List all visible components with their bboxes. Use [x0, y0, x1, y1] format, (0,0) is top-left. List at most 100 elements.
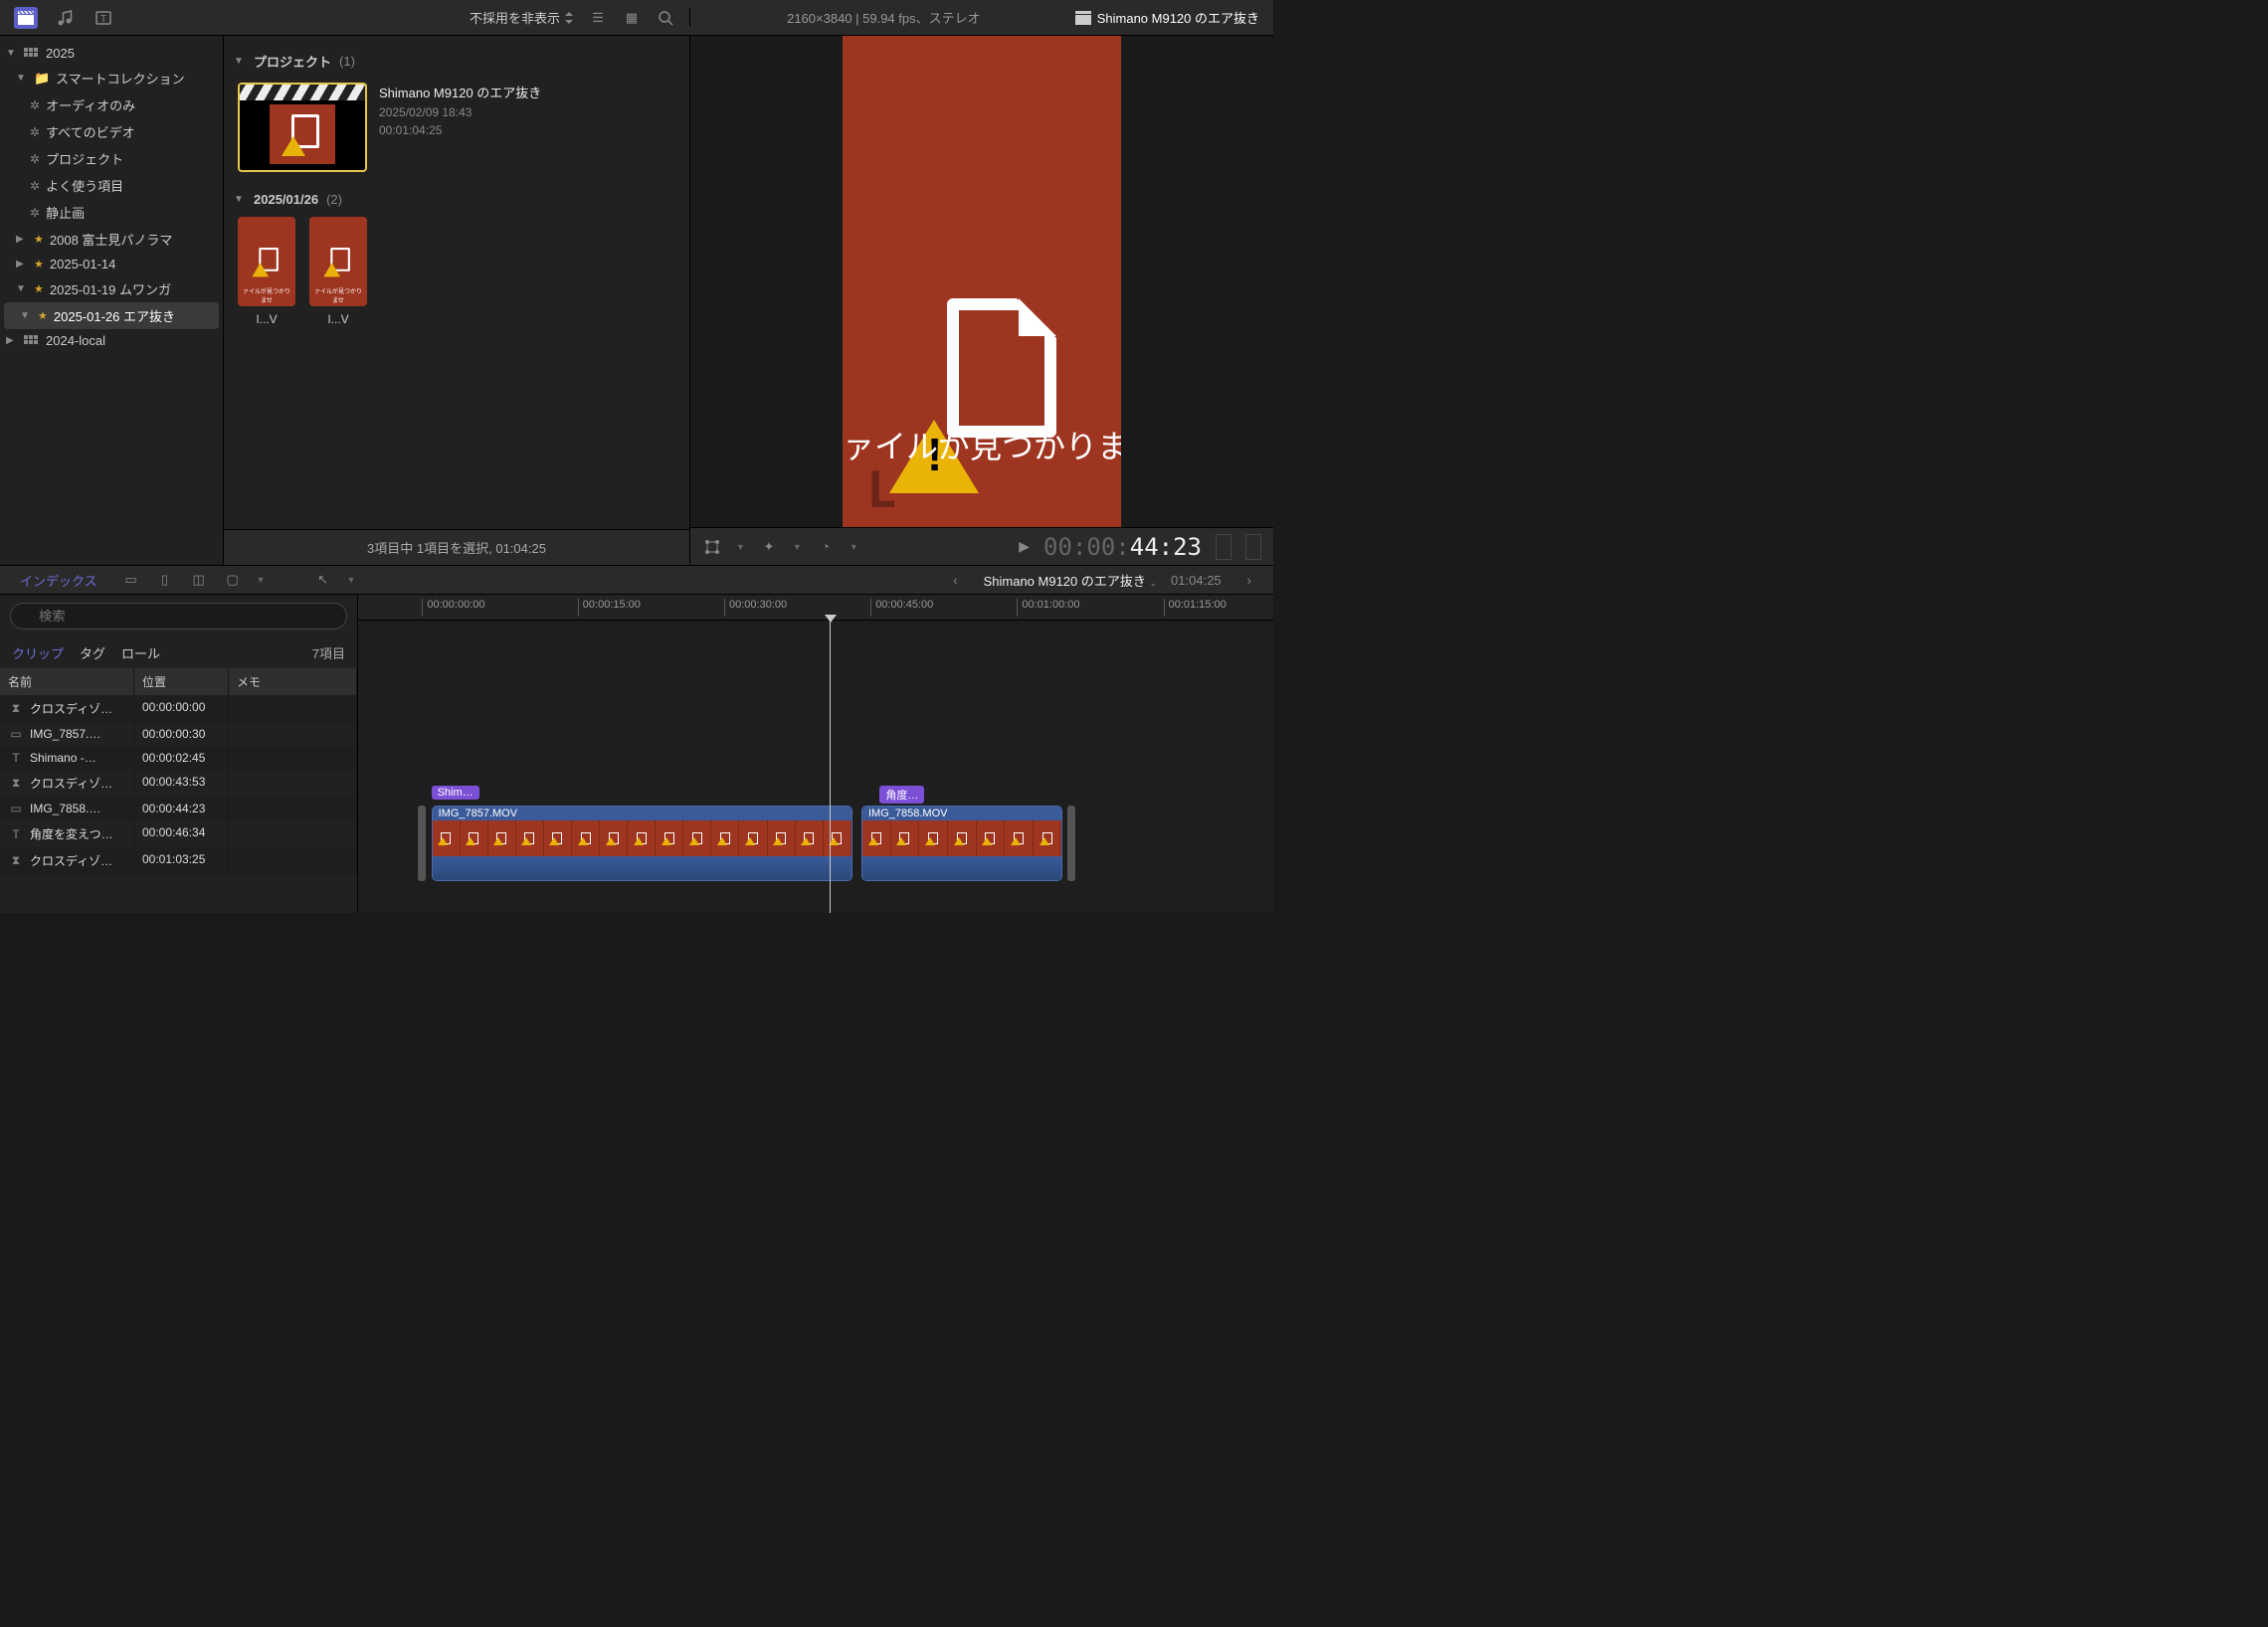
- library-icon: [24, 335, 40, 347]
- search-icon[interactable]: [656, 8, 675, 28]
- clip-handle[interactable]: [1067, 806, 1075, 881]
- row-position: 00:00:44:23: [134, 797, 229, 820]
- row-name: IMG_7857.…: [30, 727, 100, 741]
- search-input[interactable]: [10, 603, 347, 630]
- top-toolbar: T 不採用を非表示 ☰ ▦ 2160×3840 | 59.94 fps、ステレオ…: [0, 0, 1273, 36]
- library-sidebar: ▼ 2025 ▼ 📁 スマートコレクション ✲オーディオのみ ✲すべてのビデオ …: [0, 36, 224, 565]
- project-date: 2025/02/09 18:43: [379, 105, 541, 119]
- row-memo: [229, 820, 357, 847]
- event-2025-01-26[interactable]: ▼★2025-01-26 エア抜き: [4, 302, 219, 329]
- next-edit-button[interactable]: ›: [1235, 573, 1263, 588]
- row-memo: [229, 722, 357, 746]
- gear-icon: ✲: [30, 206, 40, 220]
- row-memo: [229, 746, 357, 770]
- index-row[interactable]: ⧗クロスディゾ… 00:00:43:53: [0, 770, 357, 797]
- arrow-tool-icon[interactable]: ↖: [313, 570, 333, 590]
- title-chip[interactable]: Shim…: [432, 786, 479, 800]
- row-type-icon: ▭: [8, 802, 24, 815]
- row-memo: [229, 695, 357, 722]
- tab-tag[interactable]: タグ: [80, 643, 105, 662]
- playhead[interactable]: [830, 621, 831, 913]
- clip-thumb[interactable]: ァイルが見つかりませ I...V: [309, 217, 367, 326]
- clip-thumb[interactable]: ァイルが見つかりませ I...V: [238, 217, 295, 326]
- chevron-down-icon[interactable]: ▼: [736, 542, 745, 552]
- event-2025-01-19[interactable]: ▼★2025-01-19 ムワンガ: [0, 275, 223, 302]
- group-projects[interactable]: ▼ プロジェクト (1): [230, 46, 683, 77]
- hide-rejected-menu[interactable]: 不採用を非表示: [470, 8, 574, 27]
- tab-clip[interactable]: クリップ: [12, 643, 64, 662]
- ruler-mark: 00:00:00:00: [422, 599, 484, 617]
- clip-appearance-icon[interactable]: ☰: [588, 8, 608, 28]
- row-memo: [229, 770, 357, 797]
- list-view-icon[interactable]: ▦: [622, 8, 642, 28]
- tool-range-icon[interactable]: ▢: [223, 570, 243, 590]
- gear-icon: ✲: [30, 125, 40, 139]
- timeline[interactable]: 00:00:00:0000:00:15:0000:00:30:0000:00:4…: [358, 595, 1273, 913]
- timeline-clip[interactable]: IMG_7857.MOV: [432, 806, 852, 881]
- project-card[interactable]: Shimano M9120 のエア抜き 2025/02/09 18:43 00:…: [230, 77, 683, 186]
- event-icon: ★: [34, 258, 44, 271]
- chevron-down-icon[interactable]: ▼: [347, 575, 356, 585]
- transform-icon[interactable]: [702, 537, 722, 557]
- tool-select-icon[interactable]: ▭: [121, 570, 141, 590]
- timeline-title[interactable]: Shimano M9120 のエア抜き ⌄: [984, 571, 1157, 590]
- viewer-toolbar: ▼ ✦ ▼ ◔ ▼ ▶ 00:00:44:23: [690, 527, 1273, 565]
- chevron-down-icon: ▼: [6, 48, 18, 59]
- gear-icon: ✲: [30, 179, 40, 193]
- clip-audio-waveform: [433, 856, 851, 880]
- media-import-icon[interactable]: [14, 7, 38, 29]
- enhance-icon[interactable]: ✦: [759, 537, 779, 557]
- event-icon: ★: [34, 233, 44, 246]
- index-button[interactable]: インデックス: [10, 569, 107, 592]
- clip-handle[interactable]: [418, 806, 426, 881]
- tool-position-icon[interactable]: ◫: [189, 570, 209, 590]
- folder-icon: 📁: [34, 71, 50, 87]
- index-row[interactable]: ⧗クロスディゾ… 00:01:03:25: [0, 847, 357, 874]
- chevron-right-icon: ▶: [6, 335, 18, 346]
- viewer-timecode[interactable]: 00:00:44:23: [1043, 533, 1202, 561]
- prev-edit-button[interactable]: ‹: [941, 573, 969, 588]
- project-name: Shimano M9120 のエア抜き: [379, 83, 541, 101]
- clip-label: IMG_7857.MOV: [433, 807, 851, 820]
- smart-item-favorites[interactable]: ✲よく使う項目: [0, 172, 223, 199]
- chevron-down-icon[interactable]: ▼: [793, 542, 802, 552]
- smart-collection-folder[interactable]: ▼ 📁 スマートコレクション: [0, 65, 223, 91]
- titles-icon[interactable]: T: [94, 8, 113, 28]
- index-row[interactable]: ▭IMG_7858.… 00:00:44:23: [0, 797, 357, 820]
- smart-item-projects[interactable]: ✲プロジェクト: [0, 145, 223, 172]
- music-icon[interactable]: [56, 8, 76, 28]
- smart-item-video[interactable]: ✲すべてのビデオ: [0, 118, 223, 145]
- event-2008[interactable]: ▶★2008 富士見パノラマ: [0, 226, 223, 253]
- viewer-canvas[interactable]: ! ァイルが見つかりませ L: [690, 36, 1273, 527]
- index-row[interactable]: ⧗クロスディゾ… 00:00:00:00: [0, 695, 357, 722]
- chevron-down-icon: ▼: [20, 310, 32, 321]
- chevron-down-icon: ▼: [16, 73, 28, 84]
- event-2025-01-14[interactable]: ▶★2025-01-14: [0, 253, 223, 275]
- smart-item-audio[interactable]: ✲オーディオのみ: [0, 91, 223, 118]
- index-row[interactable]: ▭IMG_7857.… 00:00:00:30: [0, 722, 357, 746]
- row-name: Shimano -…: [30, 751, 96, 765]
- retime-icon[interactable]: ◔: [816, 537, 836, 557]
- gear-icon: ✲: [30, 98, 40, 112]
- ruler-mark: 00:00:30:00: [724, 599, 787, 617]
- title-chip[interactable]: 角度…: [879, 786, 924, 804]
- index-row[interactable]: TShimano -… 00:00:02:45: [0, 746, 357, 770]
- timeline-ruler[interactable]: 00:00:00:0000:00:15:0000:00:30:0000:00:4…: [358, 595, 1273, 621]
- row-name: クロスディゾ…: [30, 775, 112, 792]
- row-type-icon: T: [8, 751, 24, 765]
- timeline-clip[interactable]: IMG_7858.MOV: [861, 806, 1062, 881]
- index-row[interactable]: T角度を変えつ… 00:00:46:34: [0, 820, 357, 847]
- chevron-down-icon[interactable]: ▼: [850, 542, 858, 552]
- group-date[interactable]: ▼ 2025/01/26 (2): [230, 186, 683, 213]
- library-2025[interactable]: ▼ 2025: [0, 42, 223, 65]
- chevron-down-icon[interactable]: ▼: [257, 575, 266, 585]
- library-2024-local[interactable]: ▶ 2024-local: [0, 329, 223, 352]
- tool-trim-icon[interactable]: ▯: [155, 570, 175, 590]
- event-icon: ★: [38, 309, 48, 322]
- tab-role[interactable]: ロール: [121, 643, 160, 662]
- index-table-header: 名前 位置 メモ: [0, 668, 357, 695]
- timeline-body[interactable]: Shim… 角度… IMG_7857.MOV IMG_7858.MOV: [358, 621, 1273, 913]
- smart-item-stills[interactable]: ✲静止画: [0, 199, 223, 226]
- ruler-mark: 00:01:15:00: [1164, 599, 1227, 617]
- play-button[interactable]: ▶: [1019, 538, 1030, 555]
